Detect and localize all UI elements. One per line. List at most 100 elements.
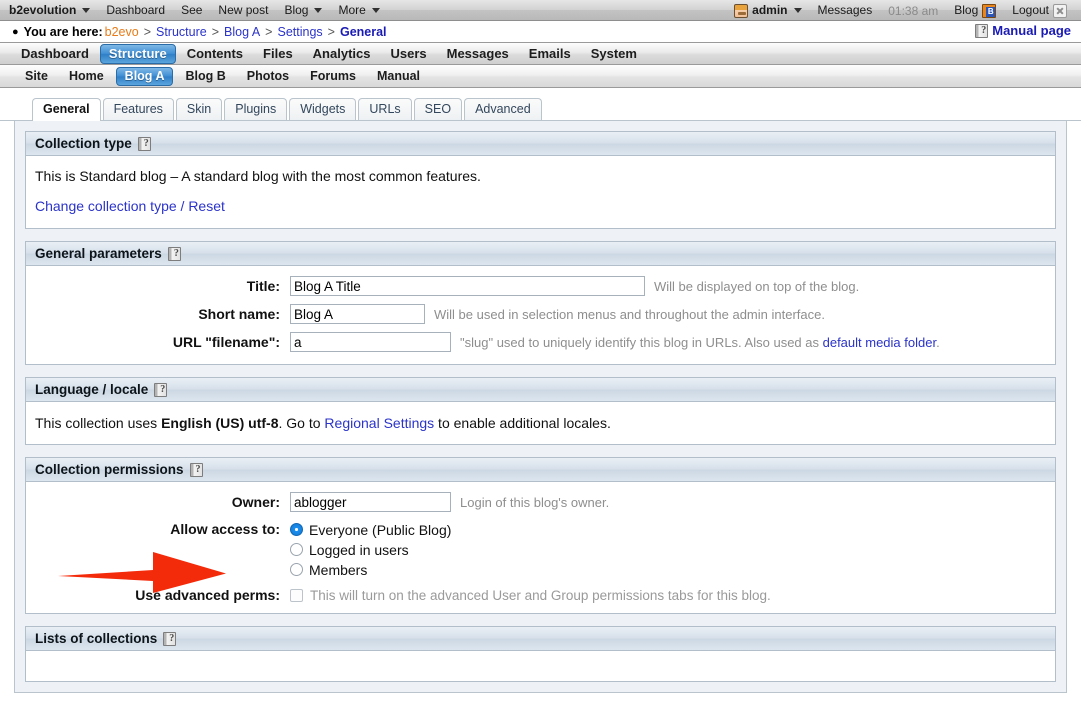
radio-everyone-label: Everyone (Public Blog) <box>309 521 452 538</box>
subnav-item-manual[interactable]: Manual <box>368 67 429 86</box>
breadcrumb-separator: > <box>143 24 151 39</box>
tab-seo[interactable]: SEO <box>413 98 463 120</box>
topbar-item-dashboard[interactable]: Dashboard <box>98 0 173 21</box>
breadcrumb-item-b2evo[interactable]: b2evo <box>105 25 139 39</box>
topbar-item-see[interactable]: See <box>173 0 210 21</box>
tab-general[interactable]: General <box>32 98 101 121</box>
help-book-icon[interactable]: ? <box>154 382 168 397</box>
locale-text-mid: . Go to <box>278 415 325 431</box>
advanced-perms-note: This will turn on the advanced User and … <box>310 587 771 603</box>
topbar-brand-label: b2evolution <box>9 2 77 17</box>
advanced-perms-checkbox[interactable] <box>290 588 303 602</box>
field-row-advanced-perms: Use advanced perms: This will turn on th… <box>35 587 1046 603</box>
topbar-item-blog[interactable]: Blog <box>276 0 330 21</box>
topbar-more-label: More <box>338 2 366 17</box>
nav-item-users[interactable]: Users <box>381 44 435 64</box>
subnav-item-home[interactable]: Home <box>60 67 113 86</box>
radio-logged-in-users[interactable]: Logged in users <box>290 540 451 559</box>
panel-collection-type-header: Collection type ? <box>26 132 1055 156</box>
owner-input[interactable] <box>290 492 451 512</box>
url-note-post: . <box>936 334 940 350</box>
panel-lists-of-collections-body <box>26 651 1055 681</box>
locale-text-post: to enable additional locales. <box>434 415 611 431</box>
nav-item-dashboard[interactable]: Dashboard <box>12 44 98 64</box>
help-book-icon[interactable]: ? <box>189 462 203 477</box>
topbar-user-menu[interactable]: admin <box>726 0 809 21</box>
help-book-icon[interactable]: ? <box>137 136 151 151</box>
radio-everyone-public-blog[interactable]: Everyone (Public Blog) <box>290 520 451 539</box>
field-row-owner: Owner: Login of this blog's owner. <box>35 492 1046 512</box>
short-name-input[interactable] <box>290 304 425 324</box>
locale-value: English (US) utf-8 <box>161 415 279 431</box>
subnav-item-forums[interactable]: Forums <box>301 67 365 86</box>
change-collection-type-link[interactable]: Change collection type / Reset <box>35 198 1046 214</box>
topbar-new-post-label: New post <box>218 2 269 17</box>
topbar-item-blog-link[interactable]: Blog <box>946 0 1004 21</box>
manual-page-link[interactable]: ? Manual page <box>975 23 1071 38</box>
panel-general-parameters-header: General parameters ? <box>26 242 1055 266</box>
topbar-item-b2evolution[interactable]: b2evolution <box>9 0 98 21</box>
topbar-item-logout[interactable]: Logout <box>1004 0 1075 21</box>
field-row-title: Title: Will be displayed on top of the b… <box>35 276 1046 296</box>
breadcrumb-item-structure[interactable]: Structure <box>156 25 207 39</box>
help-book-icon[interactable]: ? <box>163 631 177 646</box>
settings-form: Collection type ? This is Standard blog … <box>14 121 1067 693</box>
tab-plugins[interactable]: Plugins <box>224 98 288 120</box>
url-filename-input[interactable] <box>290 332 451 352</box>
panel-collection-permissions-header: Collection permissions ? <box>26 458 1055 482</box>
nav-item-messages[interactable]: Messages <box>438 44 518 64</box>
breadcrumb: ● You are here: b2evo > Structure > Blog… <box>0 21 1081 42</box>
breadcrumb-separator: > <box>211 24 220 39</box>
radio-members[interactable]: Members <box>290 560 451 579</box>
nav-item-analytics[interactable]: Analytics <box>304 44 380 64</box>
panel-language-locale-header: Language / locale ? <box>26 378 1055 402</box>
breadcrumb-label: You are here: <box>23 24 103 39</box>
breadcrumb-item-blog-a[interactable]: Blog A <box>224 25 260 39</box>
panel-language-locale-body: This collection uses English (US) utf-8.… <box>26 402 1055 444</box>
chevron-down-icon <box>314 7 323 13</box>
default-media-folder-link[interactable]: default media folder <box>823 335 936 350</box>
nav-item-files[interactable]: Files <box>254 44 302 64</box>
topbar-clock: 01:38 am <box>888 3 939 18</box>
collection-type-description: This is Standard blog – A standard blog … <box>35 168 481 184</box>
title-input[interactable] <box>290 276 645 296</box>
subnav-item-site[interactable]: Site <box>16 67 57 86</box>
tab-skin[interactable]: Skin <box>175 98 223 120</box>
tab-features[interactable]: Features <box>102 98 174 120</box>
panel-lists-of-collections-title: Lists of collections <box>35 631 158 646</box>
tab-advanced[interactable]: Advanced <box>464 98 542 120</box>
blog-icon <box>982 3 997 18</box>
field-row-url-filename: URL "filename": "slug" used to uniquely … <box>35 332 1046 352</box>
chevron-down-icon <box>793 8 802 13</box>
nav-item-system[interactable]: System <box>582 44 646 64</box>
panel-lists-of-collections: Lists of collections ? <box>25 626 1056 682</box>
owner-field-note: Login of this blog's owner. <box>460 494 610 510</box>
title-field-label: Title: <box>246 278 280 294</box>
help-book-icon: ? <box>975 23 989 38</box>
tab-urls[interactable]: URLs <box>358 98 412 120</box>
short-name-field-label: Short name: <box>198 306 280 322</box>
nav-item-emails[interactable]: Emails <box>520 44 580 64</box>
regional-settings-link[interactable]: Regional Settings <box>324 415 434 431</box>
page-content: General Features Skin Plugins Widgets UR… <box>0 88 1081 693</box>
advanced-perms-field-label: Use advanced perms: <box>135 587 280 603</box>
topbar-item-messages[interactable]: Messages <box>810 0 881 21</box>
topbar-item-new-post[interactable]: New post <box>210 0 276 21</box>
chevron-down-icon <box>371 7 380 13</box>
subnav-item-blog-b[interactable]: Blog B <box>176 67 234 86</box>
subnav-item-photos[interactable]: Photos <box>238 67 298 86</box>
nav-item-contents[interactable]: Contents <box>178 44 252 64</box>
help-book-icon[interactable]: ? <box>167 246 181 261</box>
breadcrumb-item-settings[interactable]: Settings <box>277 25 322 39</box>
avatar <box>734 3 749 18</box>
locale-text-pre: This collection uses <box>35 415 162 431</box>
subnav-item-blog-a[interactable]: Blog A <box>115 66 174 86</box>
tab-widgets[interactable]: Widgets <box>289 98 357 120</box>
topbar-item-more[interactable]: More <box>330 0 387 21</box>
topbar-username-label: admin <box>752 3 788 17</box>
short-name-field-note: Will be used in selection menus and thro… <box>434 306 825 322</box>
topbar-logout-label: Logout <box>1012 3 1049 17</box>
url-filename-field-label: URL "filename": <box>172 334 280 350</box>
panel-language-locale-title: Language / locale <box>35 382 149 397</box>
nav-item-structure[interactable]: Structure <box>99 43 176 64</box>
